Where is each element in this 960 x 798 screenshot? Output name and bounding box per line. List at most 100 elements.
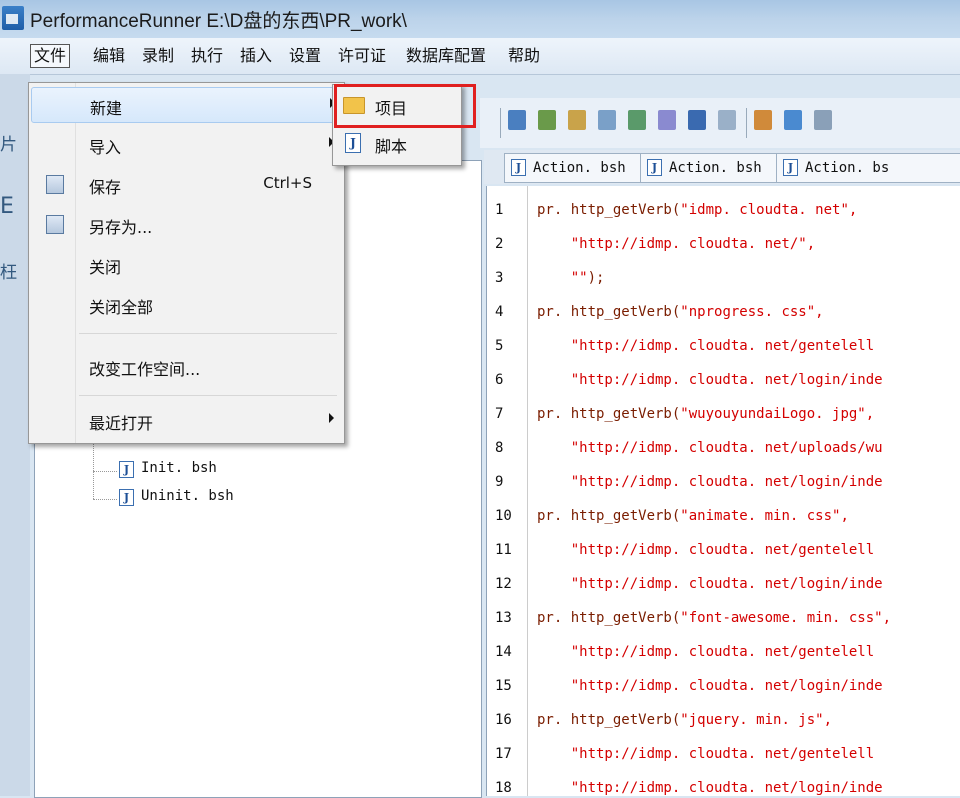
line-number: 5 [495,338,504,354]
toolbar-icon[interactable] [658,110,676,130]
line-number: 11 [495,542,512,558]
code-line: 3 ""); [487,270,960,300]
code-editor[interactable]: 1 pr. http_getVerb("idmp. cloudta. net", 2… [486,186,960,796]
save-as-icon [46,215,64,234]
menu-item-label: 保存 [89,178,122,197]
menu-insert[interactable]: 插入 [237,45,275,67]
toolbar-separator [746,108,747,138]
line-number: 8 [495,440,504,456]
toolbar-icon[interactable] [538,110,556,130]
code-text: "http://idmp. cloudta. net/gentelell [570,338,875,354]
code-text: pr. http_getVerb("nprogress. css", [537,304,824,320]
menu-item-change-workspace[interactable]: 改变工作空间... [31,349,342,383]
menu-item-close-all[interactable]: 关闭全部 [31,287,342,321]
menu-item-label: 改变工作空间... [89,360,201,379]
code-text: pr. http_getVerb("wuyouyundaiLogo. jpg", [537,406,875,422]
tab-label: Action. bsh [669,160,762,176]
code-line: 15 "http://idmp. cloudta. net/login/inde [487,678,960,708]
menu-file[interactable]: 文件 [30,44,71,68]
file-menu: 新建 导入 保存 Ctrl+S 另存为... 关闭 关闭全部 改变工作空间...… [28,82,345,444]
menu-separator [79,333,337,334]
menu-item-save-as[interactable]: 另存为... [31,207,342,241]
menu-item-close[interactable]: 关闭 [31,247,342,281]
code-line: 11 "http://idmp. cloudta. net/gentelell [487,542,960,572]
code-text: "http://idmp. cloudta. net/login/inde [570,474,883,490]
toolbar-icon[interactable] [784,110,802,130]
submenu-item-script[interactable]: J 脚本 [335,127,459,161]
code-text: "http://idmp. cloudta. net/gentelell [570,542,875,558]
line-number: 16 [495,712,512,728]
app-icon [2,6,24,30]
line-number: 18 [495,780,512,796]
menu-record[interactable]: 录制 [139,45,177,67]
toolbar-icon[interactable] [628,110,646,130]
menu-item-recent[interactable]: 最近打开 [31,403,342,437]
script-file-icon: J [119,461,134,478]
menu-item-label: 另存为... [89,218,153,237]
submenu-arrow-icon [329,413,334,423]
submenu-item-label: 脚本 [375,137,408,156]
toolbar-icon[interactable] [754,110,772,130]
code-text: "http://idmp. cloudta. net/uploads/wu [570,440,883,456]
menu-item-new[interactable]: 新建 [31,87,344,123]
menu-item-label: 新建 [90,99,123,118]
tab-action-2[interactable]: J Action. bsh [640,153,798,183]
script-file-icon: J [511,159,526,176]
menu-db-config[interactable]: 数据库配置 [403,45,489,67]
menu-edit[interactable]: 编辑 [90,45,128,67]
tree-line [93,499,117,500]
menu-item-label: 最近打开 [89,414,154,433]
strip-char: 枉 [0,263,17,283]
text-icon[interactable] [508,110,526,130]
line-number: 14 [495,644,512,660]
shortcut-label: Ctrl+S [263,174,312,192]
code-text: ""); [570,270,605,286]
menu-item-label: 关闭全部 [89,298,154,317]
code-line: 13 pr. http_getVerb("font-awesome. min. c… [487,610,960,640]
code-line: 7 pr. http_getVerb("wuyouyundaiLogo. jpg"… [487,406,960,436]
script-file-icon: J [783,159,798,176]
menu-item-label: 导入 [89,138,122,157]
menu-settings[interactable]: 设置 [286,45,324,67]
code-text: pr. http_getVerb("animate. min. css", [537,508,849,524]
code-line: 9 "http://idmp. cloudta. net/login/inde [487,474,960,504]
tab-action-3[interactable]: J Action. bs [776,153,960,183]
tree-line [93,471,117,472]
code-text: "http://idmp. cloudta. net/login/inde [570,678,883,694]
tab-label: Action. bsh [533,160,626,176]
line-number: 13 [495,610,512,626]
line-number: 10 [495,508,512,524]
toolbar-icon[interactable] [598,110,616,130]
toolbar-icon[interactable] [718,110,736,130]
toolbar-icon[interactable] [568,110,586,130]
code-text: "http://idmp. cloudta. net/login/inde [570,576,883,592]
editor-tabs: J Action. bsh J Action. bsh J Action. bs [484,150,960,184]
line-number: 7 [495,406,504,422]
tab-action-1[interactable]: J Action. bsh [504,153,662,183]
line-number: 15 [495,678,512,694]
line-number: 17 [495,746,512,762]
code-text: "http://idmp. cloudta. net/login/inde [570,780,883,796]
save-icon [46,175,64,194]
menu-item-save[interactable]: 保存 Ctrl+S [31,167,342,201]
menu-item-import[interactable]: 导入 [31,127,342,161]
code-line: 6 "http://idmp. cloudta. net/login/inde [487,372,960,402]
code-text: "http://idmp. cloudta. net/login/inde [570,372,883,388]
code-text: pr. http_getVerb("idmp. cloudta. net", [537,202,858,218]
menu-help[interactable]: 帮助 [505,45,543,67]
toolbar [480,98,960,148]
tree-item-label: Init. bsh [141,460,217,476]
menu-run[interactable]: 执行 [188,45,226,67]
toolbar-icon[interactable] [814,110,832,130]
title-bar: PerformanceRunner E:\D盘的东西\PR_work\ [0,0,960,38]
code-line: 1 pr. http_getVerb("idmp. cloudta. net", [487,202,960,232]
code-line: 18 "http://idmp. cloudta. net/login/inde [487,780,960,796]
code-text: "http://idmp. cloudta. net/gentelell [570,644,875,660]
menu-separator [79,395,337,396]
code-text: pr. http_getVerb("jquery. min. js", [537,712,833,728]
code-line: 10 pr. http_getVerb("animate. min. css", [487,508,960,538]
menu-license[interactable]: 许可证 [335,45,389,67]
menu-item-label: 关闭 [89,258,122,277]
tab-label: Action. bs [805,160,890,176]
toolbar-icon[interactable] [688,110,706,130]
